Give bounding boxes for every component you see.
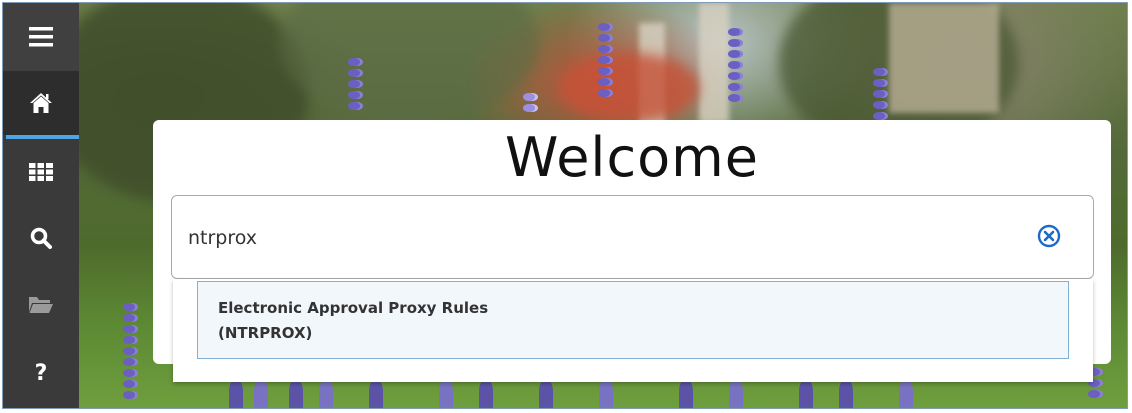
app-window: ? Welcome Electronic Approval Proxy Rule… bbox=[2, 2, 1128, 409]
result-code: (NTRPROX) bbox=[218, 324, 313, 342]
list-item[interactable]: Electronic Approval Proxy Rules (NTRPROX… bbox=[197, 281, 1069, 359]
menu-icon bbox=[29, 27, 53, 47]
clear-circle-x-icon bbox=[1037, 224, 1061, 248]
menu-button[interactable] bbox=[3, 3, 79, 71]
help-button[interactable]: ? bbox=[3, 340, 79, 406]
home-button[interactable] bbox=[3, 71, 79, 139]
applications-icon bbox=[29, 163, 53, 181]
home-icon bbox=[30, 93, 52, 113]
search-icon bbox=[30, 227, 52, 249]
search-results-dropdown: Electronic Approval Proxy Rules (NTRPROX… bbox=[173, 279, 1093, 382]
clear-search-button[interactable] bbox=[1037, 224, 1061, 248]
recent-folder-icon bbox=[29, 297, 53, 313]
result-name: Electronic Approval Proxy Rules bbox=[218, 299, 489, 317]
recent-files-button[interactable] bbox=[3, 271, 79, 337]
search-input[interactable] bbox=[186, 216, 1010, 260]
help-icon: ? bbox=[34, 360, 48, 386]
page-title: Welcome bbox=[504, 126, 759, 189]
search-box bbox=[171, 195, 1094, 279]
search-nav-button[interactable] bbox=[3, 205, 79, 271]
side-navigation: ? bbox=[3, 3, 79, 408]
applications-button[interactable] bbox=[3, 139, 79, 205]
